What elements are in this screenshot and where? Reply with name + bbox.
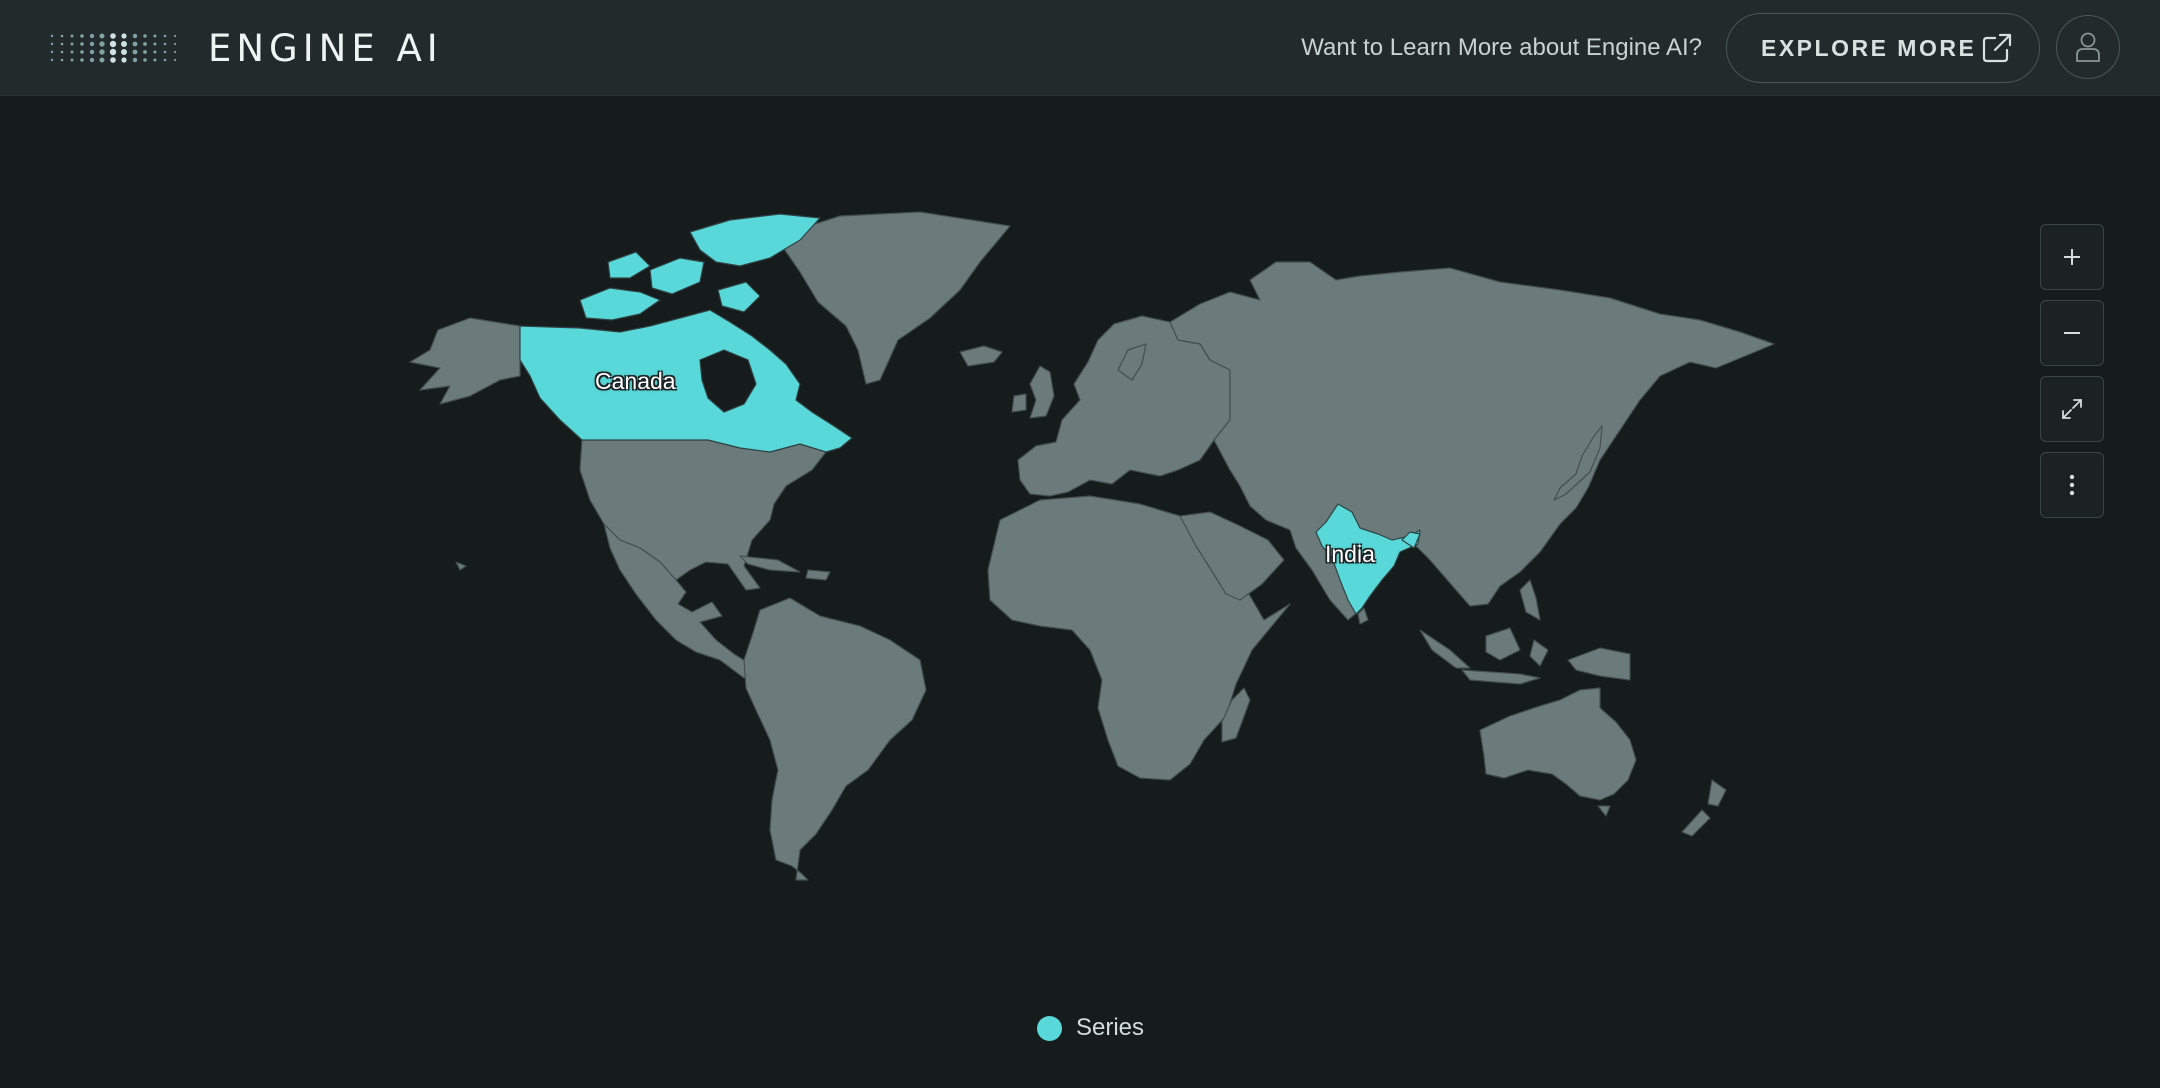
country-label-india: India xyxy=(1325,541,1375,567)
more-options-button[interactable] xyxy=(2040,452,2104,518)
zoom-out-button[interactable] xyxy=(2040,300,2104,366)
brand-logo[interactable]: ENGINE AI xyxy=(50,26,443,70)
world-map[interactable]: Canada India Series xyxy=(0,96,2160,1088)
zoom-in-button[interactable] xyxy=(2040,224,2104,290)
country-usa-alaska xyxy=(409,317,521,405)
country-uk xyxy=(1029,365,1055,419)
minus-icon xyxy=(2064,332,2080,334)
continent-south-america xyxy=(743,597,927,881)
expand-icon xyxy=(2062,399,2082,419)
country-iceland xyxy=(959,345,1003,367)
legend-label: Series xyxy=(1076,1014,1145,1041)
explore-more-label: EXPLORE MORE xyxy=(1761,34,1977,61)
plus-icon xyxy=(2064,249,2080,265)
explore-more-button[interactable]: EXPLORE MORE xyxy=(1726,13,2040,83)
country-new-zealand xyxy=(1707,779,1727,807)
brand-name: ENGINE AI xyxy=(208,26,443,70)
world-map-canvas[interactable] xyxy=(0,96,2160,1088)
country-australia xyxy=(1479,687,1637,801)
legend-marker xyxy=(1037,1015,1062,1041)
country-canada xyxy=(519,309,853,453)
fullscreen-button[interactable] xyxy=(2040,376,2104,442)
user-avatar-button[interactable] xyxy=(2056,15,2120,79)
top-bar: ENGINE AI Want to Learn More about Engin… xyxy=(0,0,2160,96)
map-legend[interactable]: Series xyxy=(1037,1013,1144,1043)
region-indonesia xyxy=(1419,629,1471,669)
logo-dots-icon xyxy=(50,33,177,63)
user-icon xyxy=(2076,32,2100,62)
country-label-canada: Canada xyxy=(595,368,676,394)
more-vertical-icon xyxy=(2069,474,2075,496)
external-link-icon xyxy=(1982,33,2012,63)
promo-text: Want to Learn More about Engine AI? xyxy=(1301,34,1702,61)
